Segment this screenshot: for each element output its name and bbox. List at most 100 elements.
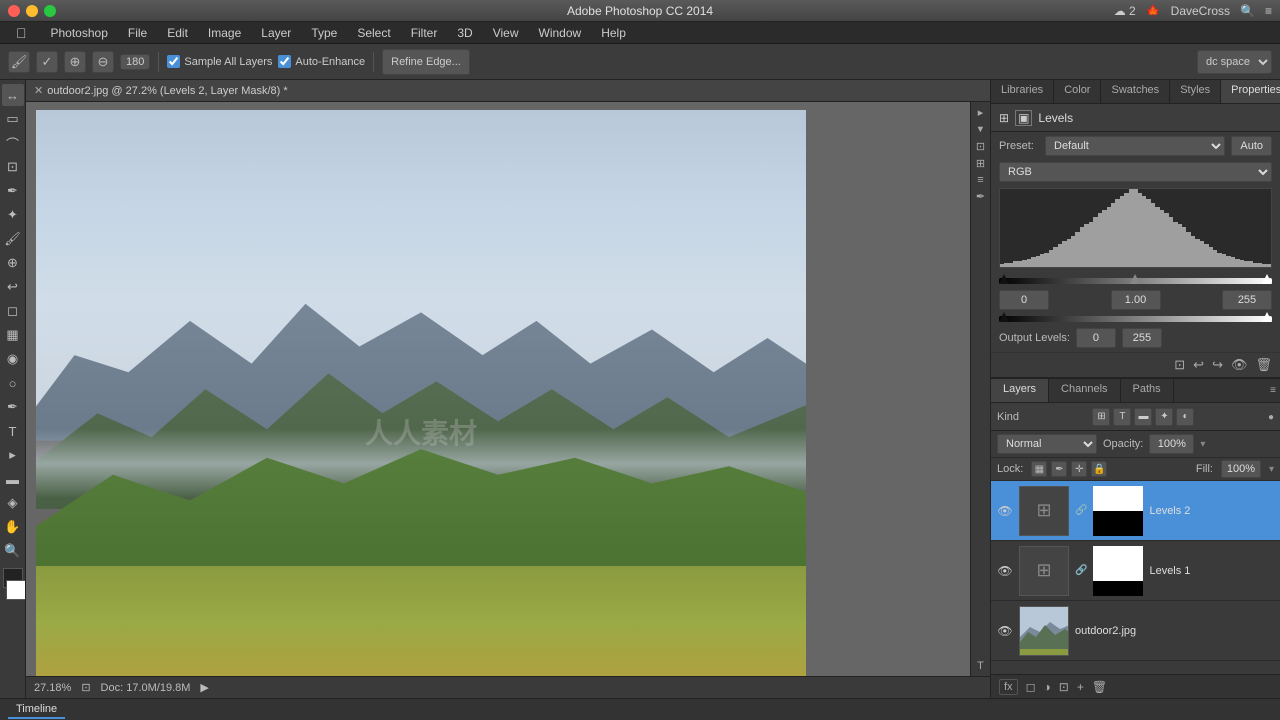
layer-row-levels1[interactable]: 👁 ⊞ 🔗 Levels 1 [991,541,1280,601]
layer-row-levels2[interactable]: 👁 ⊞ 🔗 Levels 2 [991,481,1280,541]
tool-pen[interactable]: ✒ [2,396,24,418]
menu-help[interactable]: Help [593,24,634,42]
fill-input[interactable] [1221,460,1261,478]
output-black-field[interactable] [1076,328,1116,348]
white-output-thumb[interactable] [1262,312,1272,322]
tool-hand[interactable]: ✋ [2,516,24,538]
menu-3d[interactable]: 3D [449,24,480,42]
canvas-tab-close[interactable]: ✕ [34,84,43,97]
tool-heal[interactable]: ✦ [2,204,24,226]
tab-paths[interactable]: Paths [1121,379,1174,402]
tool-blur[interactable]: ◉ [2,348,24,370]
menu-layer[interactable]: Layer [253,24,299,42]
play-button[interactable]: ▶ [200,681,208,694]
tab-channels[interactable]: Channels [1049,379,1120,402]
tool-selection[interactable]: ▭ [2,108,24,130]
layers-panel-menu[interactable]: ≡ [1266,379,1280,402]
tool-clone[interactable]: ⊕ [2,252,24,274]
white-input-field[interactable]: 255 [1222,290,1272,310]
delete-layer-icon[interactable]: 🗑 [1092,680,1107,694]
canvas-icon-3[interactable]: ⊡ [976,140,985,153]
filter-shape-icon[interactable]: ▬ [1134,408,1152,426]
new-fill-layer-icon[interactable]: ◑ [1044,680,1051,694]
auto-button[interactable]: Auto [1231,136,1272,156]
timeline-tab[interactable]: Timeline [8,701,65,719]
lock-transparency-icon[interactable]: ▦ [1031,461,1047,477]
prev-state-icon[interactable]: ↩ [1193,357,1204,373]
canvas-icon-6[interactable]: ✒ [976,190,985,203]
maximize-button[interactable] [44,5,56,17]
window-controls[interactable] [8,5,56,17]
tool-eyedropper[interactable]: ✒ [2,180,24,202]
filter-type-icon[interactable]: T [1113,408,1131,426]
black-output-thumb[interactable] [999,312,1009,322]
filter-adj-icon[interactable]: ◐ [1176,408,1194,426]
output-white-field[interactable] [1122,328,1162,348]
workspace-selector[interactable]: dc space [1197,50,1272,74]
layer-visibility-photo[interactable]: 👁 [997,623,1013,639]
menu-select[interactable]: Select [349,24,398,42]
search-icon[interactable]: 🔍 [1240,4,1255,18]
tool-lasso[interactable]: ⌒ [2,132,24,154]
sample-all-layers-checkbox[interactable]: Sample All Layers [167,55,272,68]
lock-move-icon[interactable]: ✛ [1071,461,1087,477]
mid-input-thumb[interactable] [1130,274,1140,284]
tab-color[interactable]: Color [1054,80,1101,103]
canvas-icon-5[interactable]: ≡ [977,174,983,186]
canvas-icon-1[interactable]: ▸ [978,106,984,119]
layer-row-photo[interactable]: 👁 outdoor2.jpg [991,601,1280,661]
tab-swatches[interactable]: Swatches [1101,80,1170,103]
tool-dodge[interactable]: ○ [2,372,24,394]
tool-zoom[interactable]: 🔍 [2,540,24,562]
blend-mode-select[interactable]: Normal [997,434,1097,454]
lock-paint-icon[interactable]: ✒ [1051,461,1067,477]
black-input-thumb[interactable] [999,274,1009,284]
tab-libraries[interactable]: Libraries [991,80,1054,103]
menu-view[interactable]: View [485,24,527,42]
mid-input-field[interactable]: 1.00 [1111,290,1161,310]
tool-shapes[interactable]: ▬ [2,468,24,490]
tool-option-2[interactable]: ⊕ [64,51,86,73]
canvas-icon-4[interactable]: ⊞ [976,157,985,170]
tool-move[interactable]: ↔ [2,84,24,106]
opacity-input[interactable] [1149,434,1194,454]
visibility-icon[interactable]: 👁 [1231,357,1248,373]
add-mask-icon[interactable]: ◻ [1026,680,1036,694]
tool-gradient[interactable]: ▦ [2,324,24,346]
tool-option-3[interactable]: ⊖ [92,51,114,73]
tool-eraser[interactable]: ◻ [2,300,24,322]
refine-edge-button[interactable]: Refine Edge... [382,49,470,75]
white-input-thumb[interactable] [1262,274,1272,284]
tool-text[interactable]: T [2,420,24,442]
menu-filter[interactable]: Filter [403,24,446,42]
lock-all-icon[interactable]: 🔒 [1091,461,1107,477]
background-color[interactable] [6,580,26,600]
new-layer-icon[interactable]: + [1077,680,1084,694]
minimize-button[interactable] [26,5,38,17]
preset-select[interactable]: Default [1045,136,1225,156]
tool-path-selection[interactable]: ▸ [2,444,24,466]
menu-type[interactable]: Type [303,24,345,42]
auto-enhance-checkbox[interactable]: Auto-Enhance [278,55,365,68]
tool-3d[interactable]: ◈ [2,492,24,514]
filter-toggle[interactable]: ● [1268,411,1274,423]
output-levels-slider[interactable] [991,314,1280,324]
tool-option-1[interactable]: ✓ [36,51,58,73]
sample-all-checkbox-input[interactable] [167,55,180,68]
tool-crop[interactable]: ⊡ [2,156,24,178]
menu-window[interactable]: Window [531,24,590,42]
brush-tool-icon[interactable]: 🖌 [8,51,30,73]
filter-pixel-icon[interactable]: ⊞ [1092,408,1110,426]
menu-file[interactable]: File [120,24,155,42]
input-levels-slider[interactable] [991,272,1280,290]
menu-icon[interactable]: ≡ [1265,4,1272,18]
clip-to-layer-icon[interactable]: ⊡ [1174,357,1185,373]
tab-styles[interactable]: Styles [1170,80,1221,103]
reset-icon[interactable]: ↪ [1212,357,1223,373]
delete-icon[interactable]: 🗑 [1255,357,1272,373]
brush-size-badge[interactable]: 180 [120,54,150,70]
tab-properties[interactable]: Properties [1221,80,1280,103]
close-button[interactable] [8,5,20,17]
apple-menu[interactable]:  [8,23,35,43]
new-group-icon[interactable]: ⊡ [1059,680,1069,694]
